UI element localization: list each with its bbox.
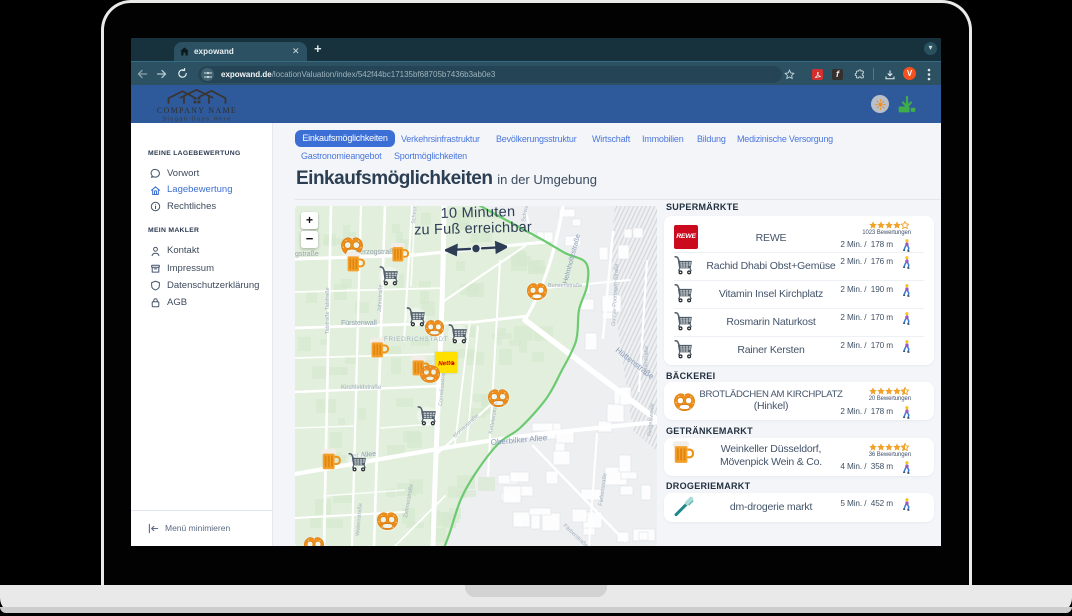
svg-text:Arminstraße: Arminstraße bbox=[643, 346, 650, 376]
svg-text:Slogan Goes Here: Slogan Goes Here bbox=[162, 117, 231, 123]
svg-text:Bunsenstraße: Bunsenstraße bbox=[548, 283, 582, 289]
svg-text:Fürstenwall: Fürstenwall bbox=[341, 320, 377, 327]
svg-text:gstraße: gstraße bbox=[295, 251, 319, 258]
svg-text:Talstraße Talstraße: Talstraße Talstraße bbox=[325, 287, 331, 334]
svg-text:Kirchfeldstraße: Kirchfeldstraße bbox=[341, 385, 382, 391]
svg-text:COMPANY NAME: COMPANY NAME bbox=[157, 106, 237, 115]
